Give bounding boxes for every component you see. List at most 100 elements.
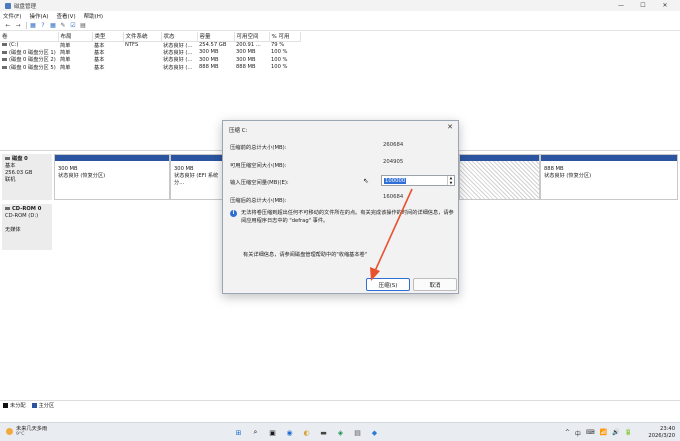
col-status[interactable]: 状态 — [161, 32, 198, 42]
close-button[interactable]: ✕ — [654, 0, 676, 11]
help-icon[interactable]: ? — [39, 21, 47, 29]
free-space-cell: 300 MB — [236, 49, 256, 56]
info-icon: i — [230, 210, 237, 217]
menu-file[interactable]: 文件(F) — [3, 12, 21, 20]
partition-size: 888 MB — [544, 166, 564, 172]
volume-cell: (磁盘 0 磁盘分区 2) — [0, 56, 58, 64]
shrink-button[interactable]: 压缩(S) — [366, 278, 410, 291]
tray-overflow-icon[interactable]: ^ — [565, 429, 570, 438]
title-bar: 磁盘管理 — ☐ ✕ — [0, 0, 680, 11]
toolbar-separator — [26, 21, 27, 29]
dialog-help-text[interactable]: 有关详细信息，请参阅磁盘管理帮助中的"收缩基本卷" — [243, 251, 367, 258]
size-after-value: 160684 — [383, 194, 404, 200]
partition-bar — [460, 155, 539, 161]
app-icon[interactable]: ◆ — [368, 426, 381, 439]
properties-icon[interactable]: ✎ — [59, 21, 67, 29]
cdrom-0-label[interactable]: CD-ROM 0 CD-ROM (D:) 无媒体 — [2, 204, 52, 250]
status-cell: 状态良好 (... — [163, 64, 193, 71]
table-row[interactable]: (C:) 简单 基本 NTFS 状态良好 (... 254.57 GB 200.… — [0, 41, 300, 49]
forward-arrow-icon[interactable]: → — [14, 21, 22, 29]
col-volume[interactable]: 卷 — [0, 32, 59, 42]
explorer-icon[interactable]: ◐ — [300, 426, 313, 439]
dialog-close-icon[interactable]: ✕ — [447, 123, 453, 131]
search-icon[interactable]: ⌕ — [249, 426, 262, 439]
cancel-button[interactable]: 取消 — [413, 278, 457, 291]
legend-primary: 主分区 — [38, 402, 55, 409]
checklist-icon[interactable]: ☑ — [69, 21, 77, 29]
capacity-cell: 300 MB — [199, 56, 219, 63]
partition-c-selected[interactable] — [459, 154, 540, 200]
disk-0-state: 联机 — [5, 177, 16, 183]
taskbar: 未来几天多雨 9°C ⊞ ⌕ ▣ ◉ ◐ ▬ ◈ ▤ ◆ ^ 中 ⌨ 📶 🔊 🔋… — [0, 422, 680, 441]
cdrom-0-name: CD-ROM 0 — [5, 206, 49, 213]
disk-management-taskbar-icon[interactable]: ▤ — [351, 426, 364, 439]
console-tree-icon[interactable]: ▦ — [29, 21, 37, 29]
view-icon[interactable]: ▤ — [79, 21, 87, 29]
disk-0-title: 磁盘 0 — [12, 156, 28, 162]
cdrom-0-blank — [5, 220, 49, 227]
shrink-amount-input[interactable]: 100000 ▲ ▼ — [381, 175, 455, 186]
store-icon[interactable]: ◈ — [334, 426, 347, 439]
capacity-cell: 888 MB — [199, 64, 219, 71]
weather-temp: 9°C — [16, 432, 25, 437]
type-cell: 基本 — [94, 49, 105, 56]
total-size-label: 压缩前的总计大小(MB): — [230, 145, 287, 151]
disk-list-icon[interactable]: ▦ — [49, 21, 57, 29]
window-title: 磁盘管理 — [14, 3, 37, 10]
disk-0-label[interactable]: 磁盘 0 基本 256.03 GB 联机 — [2, 154, 52, 200]
table-row[interactable]: (磁盘 0 磁盘分区 5) 简单 基本 状态良好 (... 888 MB 888… — [0, 64, 300, 72]
widget-app-icon[interactable]: ▬ — [317, 426, 330, 439]
taskbar-apps: ⊞ ⌕ ▣ ◉ ◐ ▬ ◈ ▤ ◆ — [232, 426, 385, 439]
cdrom-0-media: 无媒体 — [5, 227, 21, 233]
task-view-icon[interactable]: ▣ — [266, 426, 279, 439]
menu-view[interactable]: 查看(V) — [57, 12, 76, 20]
volume-name: (磁盘 0 磁盘分区 5) — [9, 64, 56, 71]
back-arrow-icon[interactable]: ← — [4, 21, 12, 29]
maximize-button[interactable]: ☐ — [632, 0, 654, 11]
cdrom-0-title: CD-ROM 0 — [12, 206, 42, 212]
volume-icon[interactable]: 🔊 — [612, 429, 619, 438]
type-cell: 基本 — [94, 64, 105, 71]
partition-recovery-2[interactable]: 888 MB 状态良好 (恢复分区) — [540, 154, 678, 200]
clock-time: 23:40 — [660, 426, 675, 432]
col-layout[interactable]: 布局 — [58, 32, 93, 42]
col-free-space[interactable]: 可用空间 — [234, 32, 270, 42]
table-row[interactable]: (磁盘 0 磁盘分区 1) 简单 基本 状态良好 (... 300 MB 300… — [0, 49, 300, 57]
volume-name: (C:) — [9, 42, 19, 48]
menu-bar: 文件(F) 操作(A) 查看(V) 帮助(H) — [0, 11, 680, 20]
dialog-info-text: 无法将卷压缩到超出任何不可移动的文件所在的点。有关完成该操作的时间的详细信息，请… — [241, 210, 454, 224]
menu-action[interactable]: 操作(A) — [29, 12, 48, 20]
partition-status: 状态良好 (EFI 系统分... — [174, 173, 219, 186]
input-method-icon[interactable]: 中 — [575, 429, 581, 438]
primary-partition-swatch — [31, 402, 37, 408]
volume-cell: (磁盘 0 磁盘分区 5) — [0, 64, 58, 72]
cdrom-icon — [5, 207, 10, 210]
col-filesystem[interactable]: 文件系统 — [123, 32, 162, 42]
clock-date: 2026/3/20 — [648, 433, 675, 439]
network-icon[interactable]: 📶 — [600, 429, 607, 438]
partition-size: 300 MB — [174, 166, 194, 172]
disk-management-app-icon — [5, 2, 11, 9]
clock[interactable]: 23:40 2026/3/20 — [648, 426, 675, 440]
partition-size: 300 MB — [58, 166, 78, 172]
col-percent-free[interactable]: % 可用 — [269, 32, 301, 42]
menu-help[interactable]: 帮助(H) — [84, 12, 103, 20]
partition-efi[interactable]: 300 MB 状态良好 (EFI 系统分... — [170, 154, 224, 200]
volume-icon — [2, 50, 7, 54]
volume-table: 卷 布局 类型 文件系统 状态 容量 可用空间 % 可用 (C:) 简单 基本 … — [0, 32, 301, 71]
col-type[interactable]: 类型 — [92, 32, 124, 42]
volume-name: (磁盘 0 磁盘分区 1) — [9, 49, 56, 56]
col-capacity[interactable]: 容量 — [197, 32, 235, 42]
start-icon[interactable]: ⊞ — [232, 426, 245, 439]
keyboard-icon[interactable]: ⌨ — [586, 429, 595, 438]
layout-cell: 简单 — [60, 64, 71, 71]
edge-icon[interactable]: ◉ — [283, 426, 296, 439]
partition-recovery-1[interactable]: 300 MB 状态良好 (恢复分区) — [54, 154, 170, 200]
status-cell: 状态良好 (... — [163, 57, 193, 64]
spinner-arrows-icon[interactable]: ▲ ▼ — [447, 176, 454, 185]
volume-cell: (C:) — [0, 41, 58, 49]
minimize-button[interactable]: — — [610, 0, 632, 11]
weather-widget[interactable]: 未来几天多雨 9°C — [6, 426, 47, 437]
table-row[interactable]: (磁盘 0 磁盘分区 2) 简单 基本 状态良好 (... 300 MB 300… — [0, 56, 300, 64]
battery-icon[interactable]: 🔋 — [625, 429, 632, 438]
